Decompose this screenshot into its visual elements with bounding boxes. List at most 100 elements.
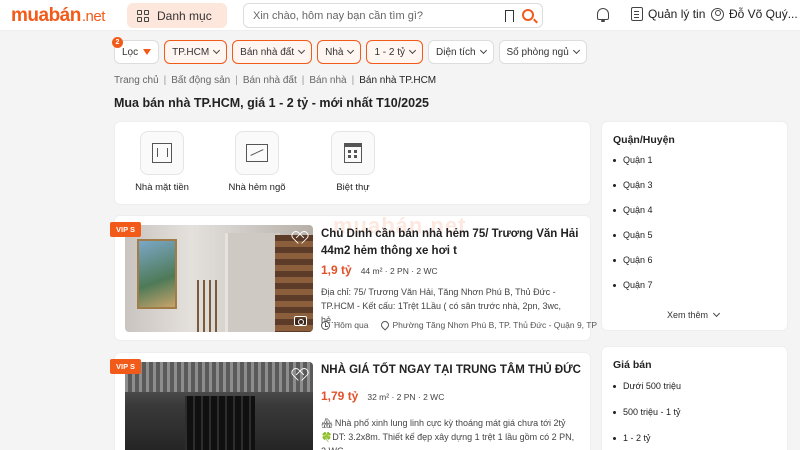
district-filter-panel: Quận/Huyện Quận 1 Quận 3 Quận 4 Quận 5 Q… [601, 121, 788, 331]
breadcrumb-separator: | [163, 75, 167, 86]
site-logo[interactable]: muabán.net [11, 5, 105, 27]
breadcrumb-separator: | [235, 75, 238, 86]
filter-chip-category[interactable]: Bán nhà đất [232, 40, 313, 64]
listing-specs: 32 m² · 2 PN · 2 WC [367, 392, 445, 402]
listing-description: 🏘 Nhà phố xinh lung linh cực kỳ thoáng m… [321, 418, 575, 450]
listing-thumbnail[interactable] [125, 225, 313, 332]
page-title: Mua bán nhà TP.HCM, giá 1 - 2 tỷ - mới n… [114, 96, 429, 110]
funnel-icon [143, 49, 152, 55]
filter-chip-city[interactable]: TP.HCM [164, 40, 228, 64]
see-more-button[interactable]: Xem thêm [667, 309, 721, 320]
district-title: Quận/Huyện [613, 134, 675, 146]
chevron-down-icon [298, 46, 306, 55]
type-label: Biệt thự [336, 182, 370, 193]
user-icon [711, 7, 724, 21]
breadcrumb-link[interactable]: Bất động sản [171, 75, 230, 86]
district-item[interactable]: Quận 3 [613, 180, 653, 205]
district-item[interactable]: Quận 7 [613, 280, 653, 305]
filter-chip-price[interactable]: 1 - 2 tỷ [366, 40, 424, 64]
chip-label: 1 - 2 tỷ [374, 46, 406, 58]
house-type-panel: Nhà mặt tiền Nhà hẻm ngõ Biệt thự [114, 121, 591, 205]
filter-chip-type[interactable]: Nhà [317, 40, 362, 64]
filter-button[interactable]: 2 Lọc [112, 37, 160, 64]
type-icon-box [140, 131, 184, 175]
type-label: Nhà mặt tiền [135, 182, 189, 193]
top-header: muabán.net Danh mục Quản lý tin Đỗ Võ Qu… [0, 0, 800, 31]
thumb-detail [185, 396, 255, 450]
listing-price: 1,9 tỷ [321, 263, 352, 277]
breadcrumb-link[interactable]: Trang chủ [114, 75, 159, 86]
camera-icon [294, 316, 307, 326]
district-item[interactable]: Quận 5 [613, 230, 653, 255]
district-list: Quận 1 Quận 3 Quận 4 Quận 5 Quận 6 Quận … [613, 155, 653, 305]
type-street-front[interactable]: Nhà mặt tiền [127, 131, 197, 193]
filter-count-badge: 2 [112, 37, 123, 48]
search-box [243, 3, 543, 28]
type-icon-box [235, 131, 279, 175]
bell-icon[interactable] [597, 8, 609, 22]
chip-label: TP.HCM [172, 46, 210, 58]
villa-icon [344, 143, 362, 163]
listing-meta: Hôm qua Phường Tăng Nhơn Phú B, TP. Thủ … [321, 319, 598, 331]
listing-card[interactable]: VIP S NHÀ GIÁ TỐT NGAY TẠI TRUNG TÂM THỦ… [110, 352, 591, 450]
type-icon-box [331, 131, 375, 175]
document-icon [631, 7, 643, 21]
listing-card[interactable]: VIP S muabán.net Chủ Dinh cần bán nhà hẻ… [110, 213, 597, 341]
district-item[interactable]: Quận 6 [613, 255, 653, 280]
breadcrumb-separator: | [301, 75, 305, 86]
clock-icon [321, 320, 330, 330]
category-menu-button[interactable]: Danh mục [127, 3, 227, 28]
chip-label: Bán nhà đất [240, 46, 295, 58]
breadcrumb-current: Bán nhà TP.HCM [359, 75, 437, 86]
price-item[interactable]: 500 triệu - 1 tỷ [613, 407, 681, 433]
filter-chip-bedrooms[interactable]: Số phòng ngủ [498, 40, 587, 64]
price-title: Giá bán [613, 359, 652, 371]
breadcrumb: Trang chủ | Bất động sản | Bán nhà đất | Bá… [114, 75, 436, 86]
price-item[interactable]: 1 - 2 tỷ [613, 433, 681, 450]
search-input[interactable] [253, 8, 493, 24]
bookmark-icon[interactable] [505, 10, 514, 25]
chip-label: Số phòng ngủ [506, 46, 569, 58]
price-filter-panel: Giá bán Dưới 500 triệu 500 triệu - 1 tỷ … [601, 346, 788, 450]
price-row: 1,9 tỷ 44 m² · 2 PN · 2 WC [321, 263, 438, 277]
vip-badge: VIP S [110, 359, 142, 374]
district-item[interactable]: Quận 4 [613, 205, 653, 230]
see-more-label: Xem thêm [667, 310, 709, 320]
chevron-down-icon [479, 46, 487, 55]
thumb-detail [125, 362, 313, 392]
filter-bar: 2 Lọc TP.HCM Bán nhà đất Nhà 1 - 2 tỷ Di… [112, 37, 587, 64]
listing-title[interactable]: Chủ Dinh cần bán nhà hẻm 75/ Trương Văn … [321, 226, 583, 260]
grid-icon [137, 9, 149, 22]
listing-location: Phường Tăng Nhơn Phú B, TP. Thủ Đức - Qu… [392, 320, 598, 330]
user-menu[interactable]: Đỗ Võ Quý... [711, 7, 798, 21]
location-pin-icon [378, 319, 391, 331]
listing-specs: 44 m² · 2 PN · 2 WC [360, 266, 438, 276]
breadcrumb-link[interactable]: Bán nhà [309, 75, 346, 86]
category-label: Danh mục [157, 8, 212, 23]
listing-price: 1,79 tỷ [321, 389, 359, 403]
filter-label: Lọc [122, 46, 139, 58]
district-item[interactable]: Quận 1 [613, 155, 653, 180]
chevron-down-icon [409, 46, 417, 55]
thumb-detail [197, 280, 219, 332]
type-alley[interactable]: Nhà hẻm ngõ [222, 131, 292, 193]
listing-time: Hôm qua [334, 320, 369, 330]
search-icon[interactable] [522, 9, 534, 21]
thumb-detail [225, 233, 280, 332]
price-item[interactable]: Dưới 500 triệu [613, 381, 681, 407]
manage-label: Quản lý tin [648, 7, 706, 21]
filter-chip-area[interactable]: Diện tích [428, 40, 494, 64]
user-name: Đỗ Võ Quý... [729, 7, 798, 21]
chevron-down-icon [213, 46, 221, 55]
type-villa[interactable]: Biệt thự [318, 131, 388, 193]
chevron-down-icon [712, 309, 721, 318]
listing-title[interactable]: NHÀ GIÁ TỐT NGAY TẠI TRUNG TÂM THỦ ĐỨC [321, 362, 583, 379]
chip-label: Diện tích [436, 46, 476, 58]
heart-icon[interactable] [293, 369, 307, 382]
chevron-down-icon [572, 46, 580, 55]
breadcrumb-link[interactable]: Bán nhà đất [243, 75, 297, 86]
manage-listings-link[interactable]: Quản lý tin [631, 7, 705, 21]
heart-icon[interactable] [293, 232, 307, 245]
listing-thumbnail[interactable] [125, 362, 313, 450]
breadcrumb-separator: | [351, 75, 355, 86]
